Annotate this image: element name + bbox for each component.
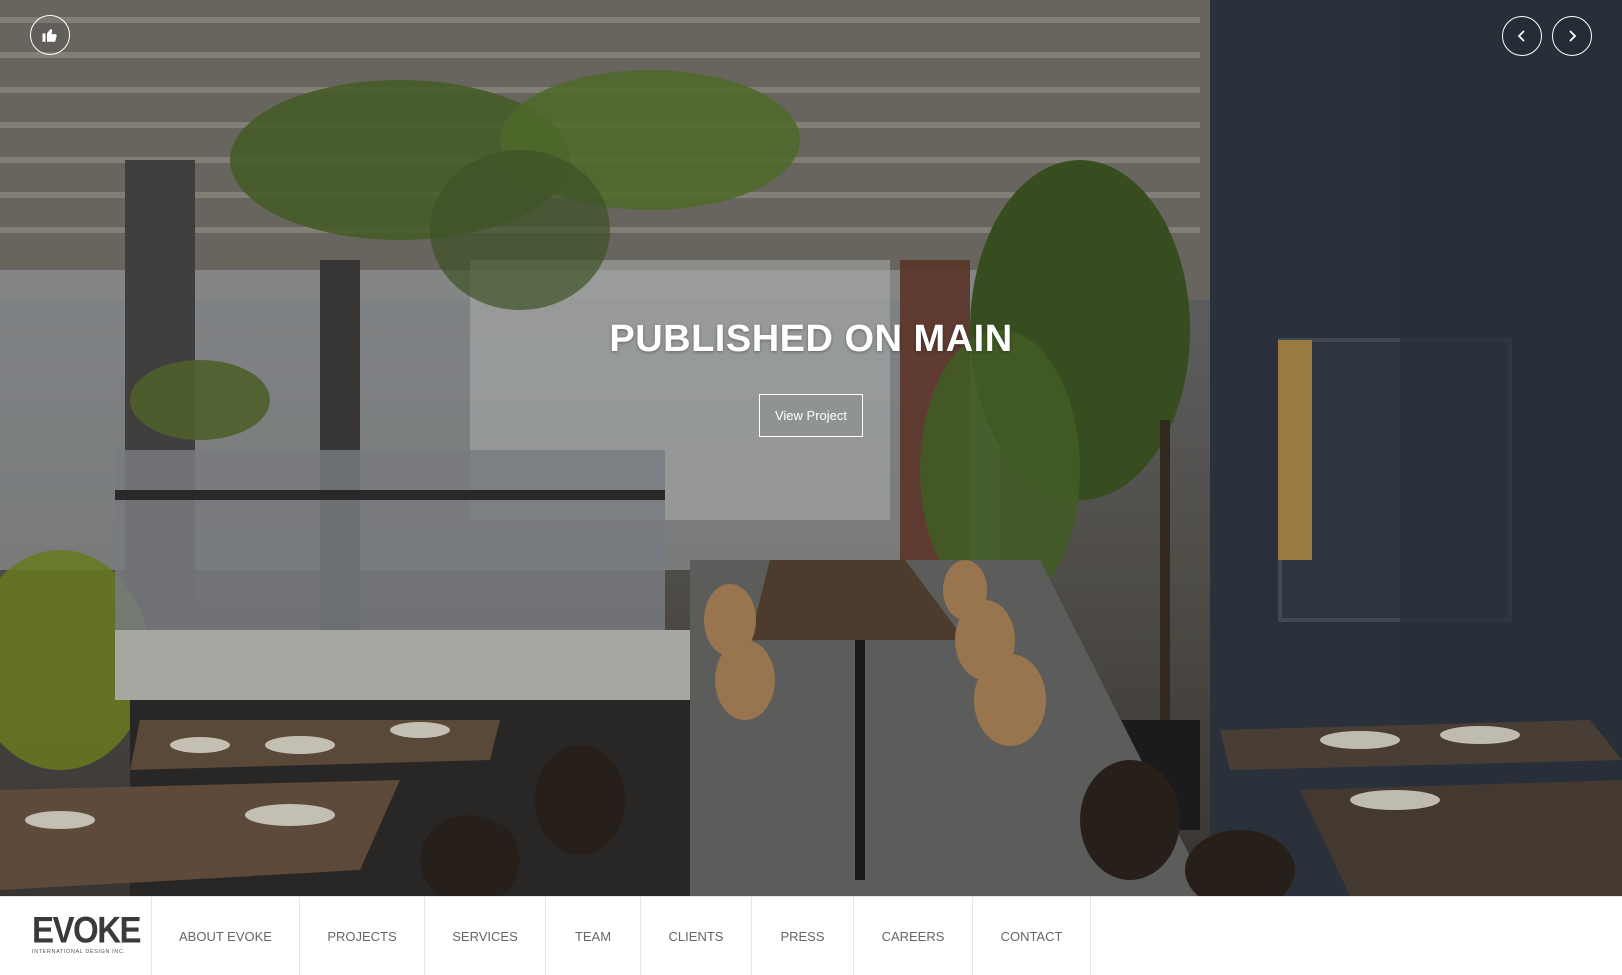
nav-item-about-evoke[interactable]: ABOUT EVOKE <box>152 897 300 975</box>
nav-item-careers[interactable]: CAREERS <box>854 897 973 975</box>
nav-item-services[interactable]: SERVICES <box>425 897 546 975</box>
main-navigation: EVOKE INTERNATIONAL DESIGN INC. ABOUT EV… <box>0 896 1622 975</box>
nav-item-press[interactable]: PRESS <box>752 897 854 975</box>
nav-item-clients[interactable]: CLIENTS <box>641 897 752 975</box>
chevron-left-icon <box>1517 30 1525 42</box>
next-slide-button[interactable] <box>1552 16 1592 56</box>
chevron-right-icon <box>1569 30 1577 42</box>
evoke-logo[interactable]: EVOKE INTERNATIONAL DESIGN INC. <box>0 897 152 975</box>
logo-wordmark: EVOKE <box>32 908 142 951</box>
like-button[interactable] <box>30 15 70 55</box>
nav-item-contact[interactable]: CONTACT <box>973 897 1091 975</box>
hero-title: PUBLISHED ON MAIN <box>609 318 1013 360</box>
hero-slider: PUBLISHED ON MAIN View Project <box>0 0 1622 896</box>
thumbs-up-icon <box>42 29 57 42</box>
nav-item-team[interactable]: TEAM <box>546 897 641 975</box>
hero-overlay <box>0 0 1622 896</box>
previous-slide-button[interactable] <box>1502 16 1542 56</box>
nav-item-projects[interactable]: PROJECTS <box>300 897 425 975</box>
view-project-button[interactable]: View Project <box>759 394 863 437</box>
